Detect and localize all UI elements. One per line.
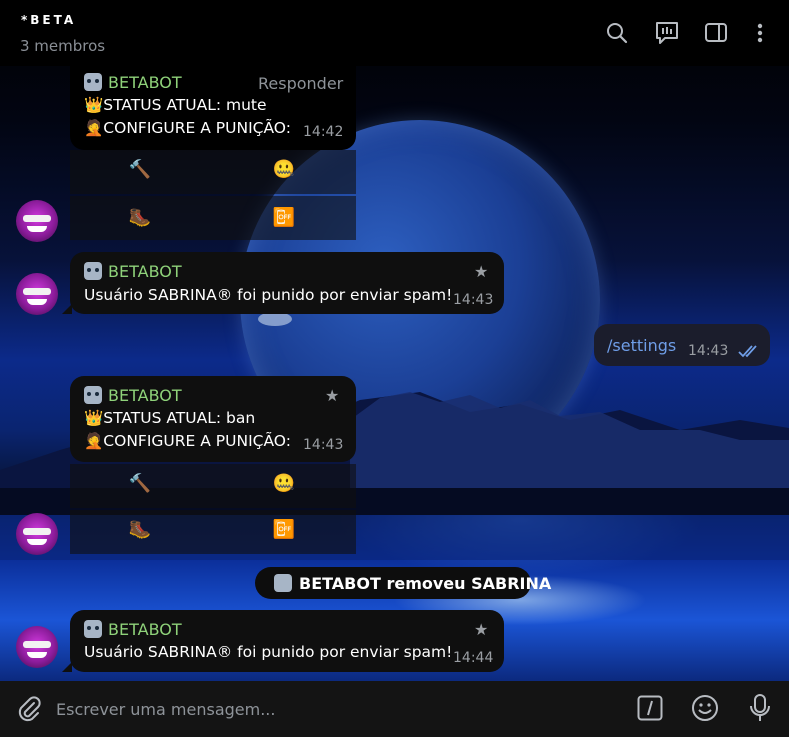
- message-input[interactable]: [56, 693, 596, 725]
- reply-link[interactable]: Responder: [258, 74, 343, 93]
- search-icon[interactable]: [605, 20, 629, 46]
- chat-header: *BETA 3 membros: [0, 0, 789, 66]
- avatar[interactable]: [16, 513, 58, 555]
- status-line: 👑STATUS ATUAL: ban: [84, 409, 256, 427]
- message-time: 14:42: [303, 124, 344, 140]
- config-line: 🤦CONFIGURE A PUNIÇÃO:: [84, 119, 291, 137]
- inline-keyboard-row: [70, 150, 356, 194]
- commands-icon[interactable]: [637, 695, 663, 725]
- robot-icon: [274, 574, 292, 592]
- avatar[interactable]: [16, 273, 58, 315]
- message-time: 14:43: [303, 437, 344, 453]
- inline-keyboard-row: [70, 510, 356, 554]
- status-line: 👑STATUS ATUAL: mute: [84, 96, 267, 114]
- robot-icon: [84, 73, 102, 91]
- bubble-tail: [62, 662, 72, 672]
- robot-icon: [84, 620, 102, 638]
- sidebar-toggle-icon[interactable]: [704, 20, 728, 46]
- attach-icon[interactable]: [16, 695, 42, 727]
- star-icon[interactable]: ★: [474, 262, 488, 281]
- robot-icon: [84, 386, 102, 404]
- command-text[interactable]: /settings: [607, 336, 676, 355]
- avatar[interactable]: [16, 200, 58, 242]
- message-sender[interactable]: BETABOT: [84, 620, 182, 639]
- message-text: Usuário SABRINA® foi punido por enviar s…: [84, 286, 453, 304]
- kick-boot-button[interactable]: 🥾: [128, 208, 152, 228]
- service-message-text: BETABOT removeu SABRINA: [299, 574, 552, 593]
- double-check-icon: [738, 343, 762, 359]
- message-time: 14:43: [688, 343, 729, 359]
- more-vert-icon[interactable]: [748, 20, 772, 46]
- poll-icon[interactable]: [654, 20, 678, 46]
- message-sender[interactable]: BETABOT: [84, 262, 182, 281]
- off-button[interactable]: 📴: [272, 520, 296, 540]
- kick-boot-button[interactable]: 🥾: [128, 520, 152, 540]
- message-time: 14:44: [453, 650, 494, 666]
- zipper-mouth-button[interactable]: 🤐: [272, 474, 296, 494]
- chat-title[interactable]: *BETA: [21, 13, 76, 27]
- message-composer: [0, 681, 789, 737]
- star-icon[interactable]: ★: [325, 386, 339, 405]
- message-text: Usuário SABRINA® foi punido por enviar s…: [84, 643, 453, 661]
- chat-member-count: 3 membros: [20, 37, 106, 55]
- emoji-icon[interactable]: [691, 694, 719, 726]
- telegram-window: *BETA 3 membros BETABOT Responder 👑STATU…: [0, 0, 789, 737]
- avatar[interactable]: [16, 626, 58, 668]
- star-icon[interactable]: ★: [474, 620, 488, 639]
- zipper-mouth-button[interactable]: 🤐: [272, 160, 296, 180]
- inline-keyboard-row: [70, 464, 356, 508]
- robot-icon: [84, 262, 102, 280]
- message-time: 14:43: [453, 292, 494, 308]
- inline-keyboard-row: [70, 196, 356, 240]
- off-button[interactable]: 📴: [272, 208, 296, 228]
- mic-icon[interactable]: [749, 693, 771, 727]
- message-sender[interactable]: BETABOT: [84, 73, 182, 92]
- hammer-button[interactable]: 🔨: [128, 160, 152, 180]
- bubble-tail: [62, 304, 72, 314]
- config-line: 🤦CONFIGURE A PUNIÇÃO:: [84, 432, 291, 450]
- hammer-button[interactable]: 🔨: [128, 474, 152, 494]
- message-sender[interactable]: BETABOT: [84, 386, 182, 405]
